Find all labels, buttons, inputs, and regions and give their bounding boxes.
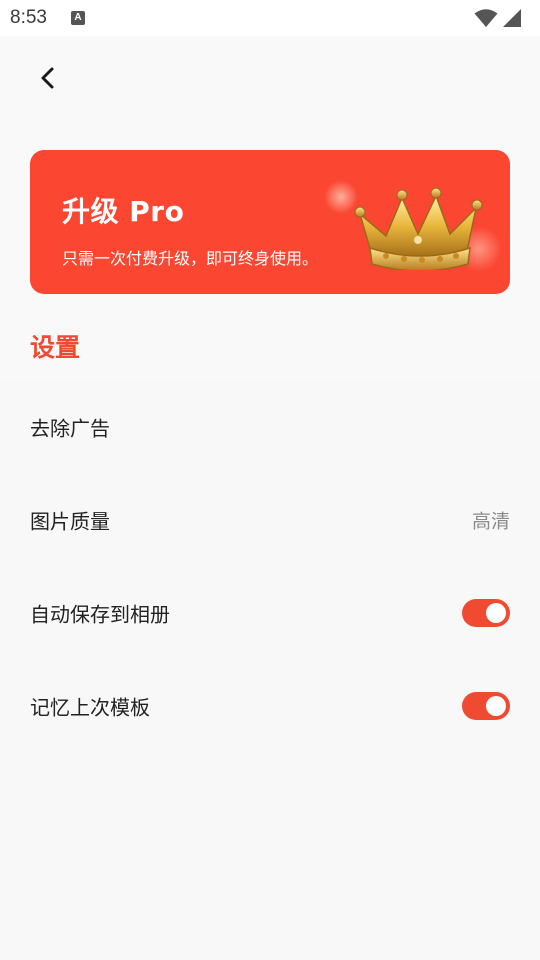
crown-icon <box>354 187 483 270</box>
notification-icon: A <box>71 11 85 25</box>
row-label: 自动保存到相册 <box>30 602 170 626</box>
auto-save-toggle[interactable] <box>462 598 510 627</box>
wifi-icon <box>474 9 498 27</box>
upgrade-pro-banner[interactable]: 升级 Pro 只需一次付费升级，即可终身使用。 <box>30 150 510 294</box>
cell-signal-icon <box>503 9 521 27</box>
upgrade-subtitle: 只需一次付费升级，即可终身使用。 <box>62 249 319 268</box>
remember-template-row: 记忆上次模板 <box>0 659 540 752</box>
auto-save-row: 自动保存到相册 <box>0 566 540 659</box>
row-label: 记忆上次模板 <box>30 695 150 719</box>
chevron-left-icon <box>41 67 54 89</box>
image-quality-row[interactable]: 图片质量 高清 <box>0 473 540 566</box>
row-label: 去除广告 <box>30 416 110 440</box>
upgrade-title: 升级 Pro <box>62 195 185 228</box>
remember-template-toggle[interactable] <box>462 691 510 720</box>
toggle-knob <box>486 602 506 623</box>
toggle-knob <box>486 695 506 716</box>
row-label: 图片质量 <box>30 509 110 533</box>
back-button[interactable] <box>30 60 66 96</box>
remove-ads-row[interactable]: 去除广告 <box>0 380 540 473</box>
status-bar: 8:53 A <box>0 0 540 36</box>
status-time: 8:53 <box>10 7 47 28</box>
section-title-settings: 设置 <box>30 333 81 362</box>
settings-page: 升级 Pro 只需一次付费升级，即可终身使用。 设置 去除广告 图片质量 高清 … <box>0 36 540 960</box>
image-quality-value: 高清 <box>471 510 510 532</box>
